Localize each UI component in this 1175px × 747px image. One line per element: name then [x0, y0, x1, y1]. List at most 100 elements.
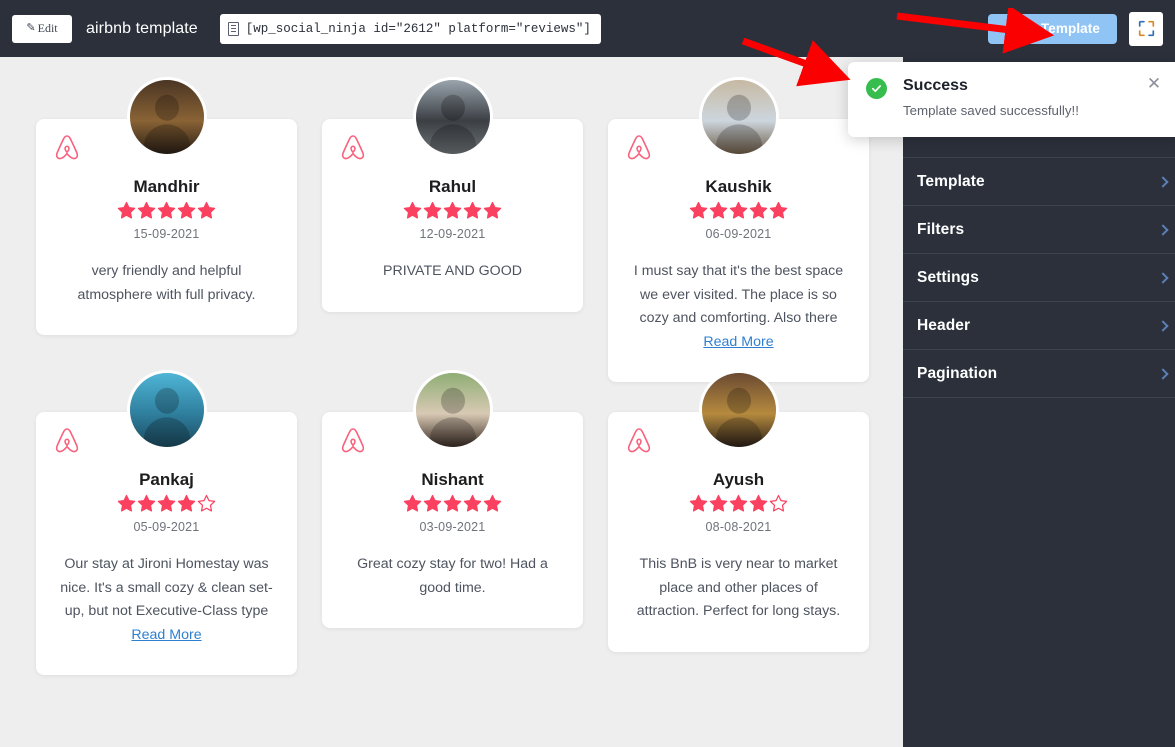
avatar-image [702, 373, 776, 447]
template-editor-app: ✎ Edit airbnb template [wp_social_ninja … [0, 0, 1175, 747]
star-filled-icon [197, 201, 216, 220]
document-icon [228, 22, 239, 36]
sidebar-section-label: Header [917, 317, 970, 335]
fullscreen-expand-button[interactable] [1129, 12, 1163, 46]
chevron-right-icon [1157, 368, 1168, 379]
sidebar-section-template[interactable]: Template [903, 158, 1175, 206]
chevron-right-icon [1157, 272, 1168, 283]
sidebar-section-label: Filters [917, 221, 964, 239]
star-empty-icon [197, 494, 216, 513]
rating-stars [344, 201, 561, 220]
template-preview-area: Mandhir 15-09-2021 very friendly and helpf… [0, 57, 903, 747]
review-card: Nishant 03-09-2021 Great cozy stay for two… [322, 412, 583, 628]
airbnb-belo-icon [52, 426, 82, 457]
star-filled-icon [709, 201, 728, 220]
avatar-image [702, 80, 776, 154]
star-filled-icon [483, 494, 502, 513]
chevron-right-icon [1157, 320, 1168, 331]
review-card: Mandhir 15-09-2021 very friendly and helpf… [36, 119, 297, 335]
star-filled-icon [729, 494, 748, 513]
reviewer-avatar [699, 370, 779, 450]
star-filled-icon [463, 201, 482, 220]
review-text: This BnB is very near to market place an… [630, 553, 847, 623]
star-filled-icon [117, 201, 136, 220]
sidebar-section-filters[interactable]: Filters [903, 206, 1175, 254]
toolbar-actions: Save Template [988, 12, 1175, 46]
sidebar-section-settings[interactable]: Settings [903, 254, 1175, 302]
review-date: 05-09-2021 [58, 520, 275, 534]
reviewer-name: Mandhir [58, 177, 275, 197]
reviewer-avatar [699, 77, 779, 157]
template-name-title: airbnb template [86, 20, 198, 38]
star-filled-icon [749, 201, 768, 220]
star-filled-icon [749, 494, 768, 513]
rating-stars [58, 494, 275, 513]
top-toolbar: ✎ Edit airbnb template [wp_social_ninja … [0, 0, 1175, 57]
fullscreen-expand-icon [1138, 20, 1155, 37]
star-filled-icon [483, 201, 502, 220]
review-date: 08-08-2021 [630, 520, 847, 534]
star-filled-icon [403, 494, 422, 513]
reviews-grid: Mandhir 15-09-2021 very friendly and helpf… [36, 57, 903, 675]
airbnb-platform-icon [624, 426, 654, 457]
rating-stars [58, 201, 275, 220]
sidebar-section-header[interactable]: Header [903, 302, 1175, 350]
airbnb-platform-icon [338, 426, 368, 457]
star-filled-icon [177, 201, 196, 220]
star-filled-icon [689, 494, 708, 513]
review-card: Kaushik06-09-2021I must say that it's th… [608, 119, 869, 382]
avatar-image [130, 80, 204, 154]
reviewer-name: Pankaj [58, 470, 275, 490]
chevron-right-icon [1157, 176, 1168, 187]
review-text: I must say that it's the best space we e… [630, 260, 847, 354]
toast-close-icon[interactable]: ✕ [1146, 76, 1162, 92]
rating-stars [344, 494, 561, 513]
sidebar-section-label: Settings [917, 269, 979, 287]
star-filled-icon [463, 494, 482, 513]
review-date: 12-09-2021 [344, 227, 561, 241]
sidebar-section-pagination[interactable]: Pagination [903, 350, 1175, 398]
review-text: PRIVATE AND GOOD [344, 260, 561, 283]
sidebar-section-label: Pagination [917, 365, 997, 383]
reviewer-name: Ayush [630, 470, 847, 490]
star-filled-icon [157, 494, 176, 513]
review-card: Rahul 12-09-2021 PRIVATE AND GOOD [322, 119, 583, 312]
pencil-icon: ✎ [26, 23, 35, 34]
review-date: 15-09-2021 [58, 227, 275, 241]
reviewer-avatar [413, 77, 493, 157]
review-text: very friendly and helpful atmosphere wit… [58, 260, 275, 307]
read-more-link[interactable]: Read More [703, 334, 773, 350]
review-date: 06-09-2021 [630, 227, 847, 241]
sidebar-section-label: Template [917, 173, 985, 191]
reviewer-name: Rahul [344, 177, 561, 197]
star-filled-icon [689, 201, 708, 220]
star-filled-icon [709, 494, 728, 513]
star-filled-icon [137, 201, 156, 220]
review-text: Great cozy stay for two! Had a good time… [344, 553, 561, 600]
airbnb-platform-icon [52, 426, 82, 457]
avatar-image [130, 373, 204, 447]
airbnb-platform-icon [52, 133, 82, 164]
star-filled-icon [423, 494, 442, 513]
star-filled-icon [117, 494, 136, 513]
toast-message: Template saved successfully!! [903, 103, 1160, 118]
airbnb-belo-icon [624, 133, 654, 164]
star-filled-icon [157, 201, 176, 220]
edit-button[interactable]: ✎ Edit [12, 15, 72, 43]
shortcode-field[interactable]: [wp_social_ninja id="2612" platform="rev… [220, 14, 601, 44]
star-filled-icon [177, 494, 196, 513]
review-card: Ayush 08-08-2021 This BnB is very near to … [608, 412, 869, 652]
avatar-image [416, 80, 490, 154]
review-date: 03-09-2021 [344, 520, 561, 534]
reviewer-avatar [127, 370, 207, 450]
reviewer-name: Nishant [344, 470, 561, 490]
save-template-button[interactable]: Save Template [988, 14, 1117, 44]
reviewer-avatar [127, 77, 207, 157]
airbnb-platform-icon [338, 133, 368, 164]
settings-sidebar: Platforms Airbnb ✕ TemplateFiltersSettin… [903, 57, 1175, 747]
check-circle-icon [866, 78, 887, 99]
rating-stars [630, 494, 847, 513]
airbnb-belo-icon [338, 426, 368, 457]
rating-stars [630, 201, 847, 220]
read-more-link[interactable]: Read More [131, 627, 201, 643]
